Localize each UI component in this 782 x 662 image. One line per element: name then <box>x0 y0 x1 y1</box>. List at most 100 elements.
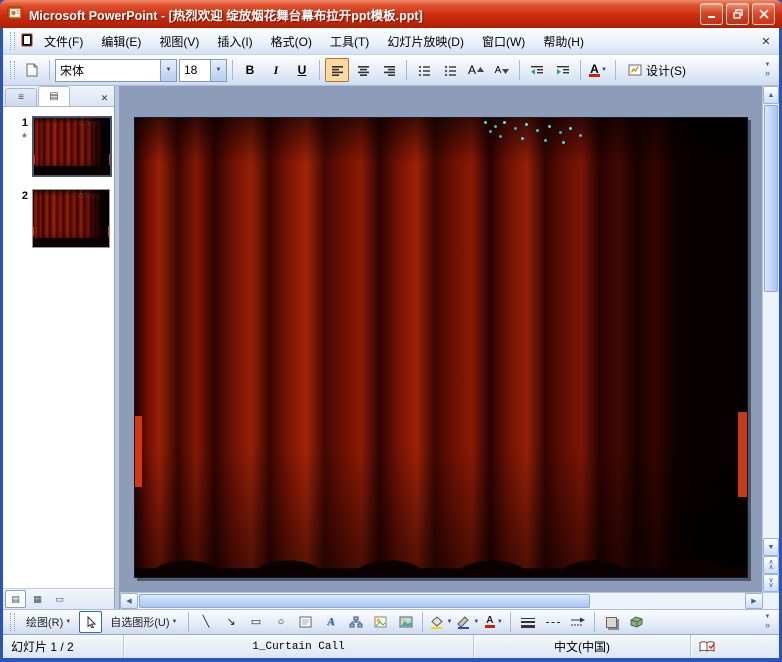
vertical-scroll-thumb[interactable] <box>764 105 778 292</box>
numbered-list-icon <box>418 65 430 76</box>
toolbar-drag-handle[interactable] <box>10 613 15 631</box>
curtain-left-bar <box>33 227 34 236</box>
menu-item-help[interactable]: 帮助(H) <box>535 30 592 53</box>
menu-item-window[interactable]: 窗口(W) <box>474 30 533 53</box>
normal-view-button[interactable]: ▤ <box>5 590 26 608</box>
fireworks-decoration <box>77 121 78 122</box>
scroll-down-button[interactable]: ▼ <box>763 538 779 556</box>
slide-sorter-view-button[interactable]: ▦ <box>27 590 48 608</box>
menu-item-insert[interactable]: 插入(I) <box>209 30 260 53</box>
pointer-icon <box>87 616 96 628</box>
minimize-button[interactable] <box>700 3 723 25</box>
arrow-style-button[interactable] <box>566 611 589 633</box>
curtain-right-bar <box>108 154 110 165</box>
previous-slide-button[interactable]: ∧ ∧ <box>763 556 779 574</box>
scroll-right-button[interactable]: ▶ <box>745 593 763 609</box>
slide-2-thumbnail[interactable] <box>32 189 110 248</box>
close-button[interactable] <box>752 3 775 25</box>
menu-item-tools[interactable]: 工具(T) <box>322 30 377 53</box>
decrease-font-size-button[interactable]: A <box>490 58 514 82</box>
rectangle-tool-button[interactable]: ▭ <box>244 611 267 633</box>
insert-diagram-button[interactable] <box>344 611 367 633</box>
new-slide-button[interactable] <box>20 58 44 82</box>
horizontal-scroll-track[interactable] <box>138 593 745 609</box>
slide-2-row: 2 <box>6 189 114 248</box>
window-frame: 文件(F) 编辑(E) 视图(V) 插入(I) 格式(O) 工具(T) 幻灯片放… <box>0 28 782 662</box>
font-dropdown-button[interactable]: ▼ <box>160 59 176 81</box>
vertical-scrollbar[interactable]: ▲ ▼ ∧ ∧ ∨ ∨ <box>762 86 779 592</box>
panel-close-button[interactable]: ✕ <box>97 91 112 106</box>
bullet-list-button[interactable] <box>438 58 462 82</box>
align-right-button[interactable] <box>377 58 401 82</box>
document-close-button[interactable]: ✕ <box>757 32 775 50</box>
select-objects-button[interactable] <box>79 611 103 633</box>
title-bar[interactable]: Microsoft PowerPoint - [热烈欢迎 绽放烟花舞台幕布拉开p… <box>0 0 782 28</box>
font-color-button[interactable]: A ▼ <box>586 58 610 82</box>
toolbar-drag-handle[interactable] <box>10 32 15 50</box>
underline-button[interactable]: U <box>290 58 314 82</box>
align-center-button[interactable] <box>351 58 375 82</box>
oval-tool-button[interactable]: ○ <box>269 611 292 633</box>
wordart-button[interactable]: A <box>319 611 342 633</box>
slides-panel: ≡ ▤ ✕ 1 ★ 2 ▤ ▦ ▭ <box>3 86 115 609</box>
spellcheck-book-icon <box>699 640 716 652</box>
spellcheck-status[interactable] <box>691 635 779 658</box>
toolbar-options-button[interactable]: ▼ » <box>760 610 775 634</box>
decrease-indent-button[interactable] <box>525 58 549 82</box>
menu-item-format[interactable]: 格式(O) <box>263 30 320 53</box>
dash-style-icon <box>545 621 560 623</box>
insert-picture-button[interactable] <box>394 611 417 633</box>
autoshapes-button[interactable]: 自选图形(U) ▼ <box>104 611 183 633</box>
bold-button[interactable]: B <box>238 58 262 82</box>
insert-clipart-button[interactable] <box>369 611 392 633</box>
font-name-combobox[interactable]: 宋体 ▼ <box>55 58 177 82</box>
slides-tab[interactable]: ▤ <box>38 86 70 106</box>
line-style-button[interactable] <box>516 611 539 633</box>
increase-font-size-button[interactable]: A <box>464 58 488 82</box>
next-slide-button[interactable]: ∨ ∨ <box>763 574 779 592</box>
restore-button[interactable] <box>726 3 749 25</box>
language-status[interactable]: 中文(中国) <box>474 635 691 658</box>
scroll-left-button[interactable]: ◀ <box>120 593 138 609</box>
toolbar-options-button[interactable]: ▼ » <box>760 58 775 82</box>
scroll-up-button[interactable]: ▲ <box>763 86 779 104</box>
slide-position-status: 幻灯片 1 / 2 <box>3 635 124 658</box>
menu-item-file[interactable]: 文件(F) <box>36 30 91 53</box>
size-dropdown-button[interactable]: ▼ <box>210 59 226 81</box>
increase-indent-button[interactable] <box>551 58 575 82</box>
horizontal-scrollbar[interactable]: ◀ ▶ <box>120 592 779 609</box>
vertical-scroll-track[interactable] <box>763 104 779 538</box>
line-tool-button[interactable]: ╲ <box>194 611 217 633</box>
slideshow-view-button[interactable]: ▭ <box>49 590 70 608</box>
menu-item-slideshow[interactable]: 幻灯片放映(D) <box>379 30 472 53</box>
menu-item-edit[interactable]: 编辑(E) <box>93 30 149 53</box>
arrow-tool-button[interactable]: ↘ <box>219 611 242 633</box>
page-icon <box>26 63 38 77</box>
font-color-icon: A <box>484 615 495 628</box>
draw-menu-button[interactable]: 绘图(R) ▼ <box>20 611 77 633</box>
font-color-dropdown[interactable]: ▼ <box>601 67 607 73</box>
horizontal-scroll-thumb[interactable] <box>139 594 591 608</box>
fill-color-icon <box>431 615 444 629</box>
menu-item-view[interactable]: 视图(V) <box>151 30 207 53</box>
outline-tab[interactable]: ≡ <box>5 88 37 106</box>
line-color-button[interactable]: ▼ <box>455 611 480 633</box>
slide-canvas[interactable] <box>134 117 748 578</box>
fill-color-button[interactable]: ▼ <box>428 611 453 633</box>
slide-design-button[interactable]: 设计(S) <box>621 58 693 82</box>
font-color-button-2[interactable]: A ▼ <box>482 611 505 633</box>
editor-canvas[interactable] <box>120 86 762 592</box>
design-icon <box>628 64 642 76</box>
text-box-button[interactable] <box>294 611 317 633</box>
shadow-style-button[interactable] <box>600 611 623 633</box>
align-left-button[interactable] <box>325 58 349 82</box>
powerpoint-icon <box>7 5 23 24</box>
line-color-icon <box>457 615 470 629</box>
slide-1-thumbnail[interactable] <box>32 116 112 177</box>
font-size-combobox[interactable]: 18 ▼ <box>179 58 227 82</box>
italic-button[interactable]: I <box>264 58 288 82</box>
toolbar-drag-handle[interactable] <box>10 61 15 79</box>
numbered-list-button[interactable] <box>412 58 436 82</box>
3d-style-button[interactable] <box>625 611 648 633</box>
dash-style-button[interactable] <box>541 611 564 633</box>
